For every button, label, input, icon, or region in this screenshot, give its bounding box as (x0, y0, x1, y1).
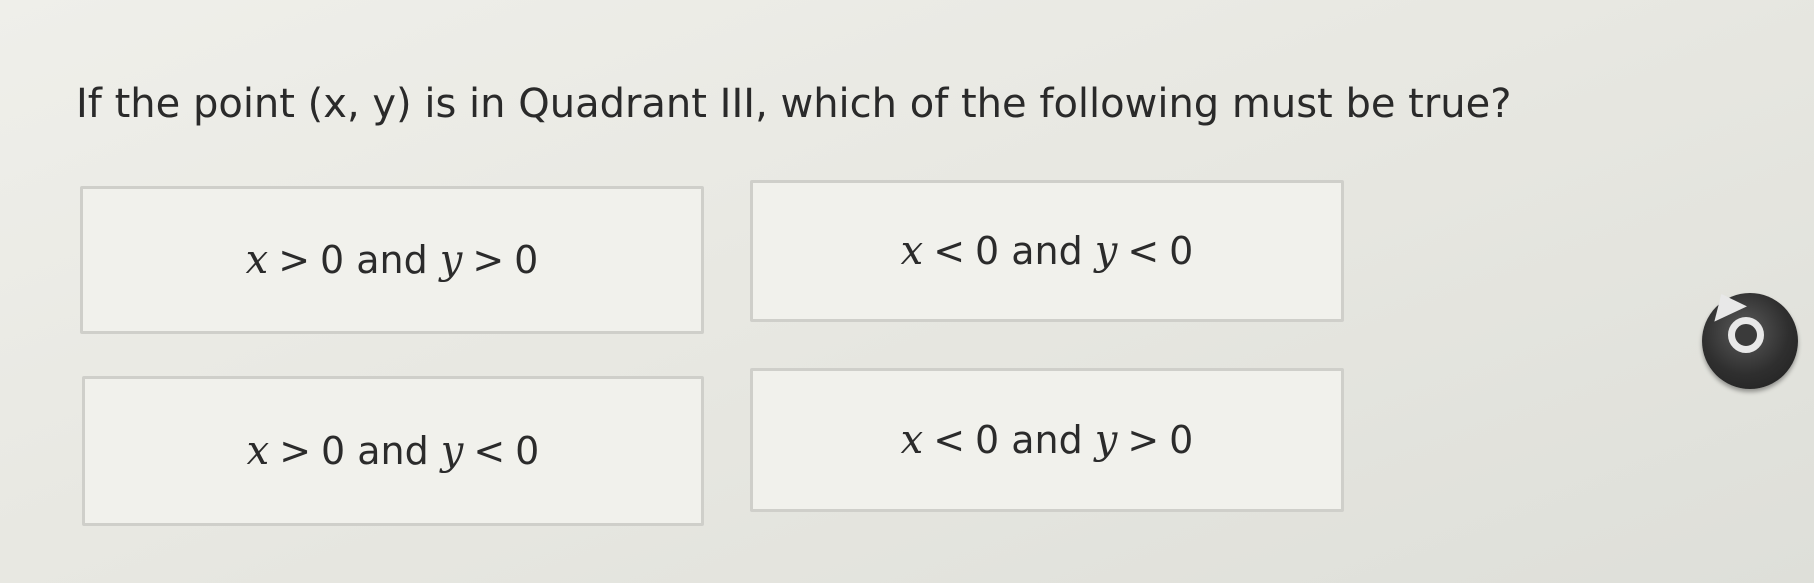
answer-x-variable: x (900, 417, 924, 463)
answer-option-d[interactable]: x < 0 and y > 0 (750, 368, 1344, 512)
answer-x-value: 0 (321, 429, 346, 473)
dial-ring-icon (1728, 317, 1764, 353)
answer-y-value: 0 (514, 238, 539, 282)
answer-y-variable: y (1094, 228, 1118, 274)
answer-conjunction: and (357, 429, 429, 473)
answer-x-variable: x (246, 428, 270, 474)
answer-y-variable: y (1094, 417, 1118, 463)
dial-notch-icon (1705, 286, 1747, 322)
answer-x-value: 0 (975, 229, 1000, 273)
answer-x-value: 0 (320, 238, 345, 282)
answer-option-b[interactable]: x < 0 and y < 0 (750, 180, 1344, 322)
answer-option-a[interactable]: x > 0 and y > 0 (80, 186, 704, 334)
answer-y-operator: > (1127, 418, 1160, 462)
answer-y-variable: y (439, 237, 463, 283)
answer-x-operator: < (933, 418, 966, 462)
answer-x-variable: x (900, 228, 924, 274)
answer-y-operator: > (472, 238, 505, 282)
answer-y-value: 0 (515, 429, 540, 473)
answer-y-value: 0 (1169, 418, 1194, 462)
busy-dial-icon (1702, 286, 1798, 389)
answer-y-value: 0 (1169, 229, 1194, 273)
answer-y-variable: y (440, 428, 464, 474)
answer-x-operator: < (933, 229, 966, 273)
answer-conjunction: and (1011, 418, 1083, 462)
answer-conjunction: and (1011, 229, 1083, 273)
answer-x-operator: > (279, 429, 312, 473)
question-text: If the point (x, y) is in Quadrant III, … (76, 81, 1512, 127)
answer-x-operator: > (278, 238, 311, 282)
answer-conjunction: and (356, 238, 428, 282)
answer-y-operator: < (473, 429, 506, 473)
answer-x-variable: x (245, 237, 269, 283)
answer-x-value: 0 (975, 418, 1000, 462)
answer-option-c[interactable]: x > 0 and y < 0 (82, 376, 704, 526)
answer-y-operator: < (1127, 229, 1160, 273)
